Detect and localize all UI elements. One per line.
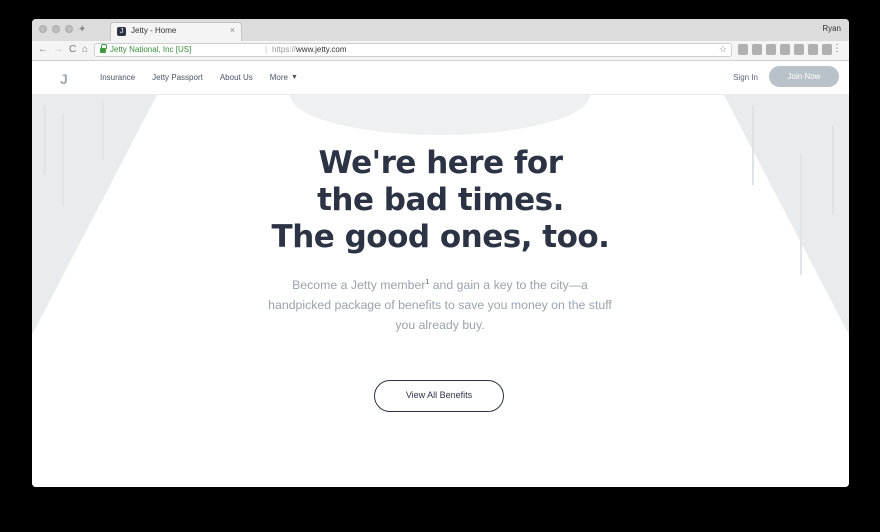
caret-down-icon: ▼ bbox=[290, 74, 298, 81]
headline-line: the bad times. bbox=[317, 182, 564, 218]
url-text[interactable]: https://www.jetty.com bbox=[272, 45, 347, 54]
site-header: J Insurance Jetty Passport About Us More… bbox=[32, 61, 849, 95]
title-bar: ✦ J Jetty - Home × Ryan bbox=[32, 19, 849, 42]
extension-icon[interactable]: ✦ bbox=[78, 23, 86, 37]
tab-jetty-home[interactable]: J Jetty - Home × bbox=[110, 22, 242, 41]
forward-icon[interactable]: → bbox=[53, 43, 63, 57]
extension-icon[interactable] bbox=[766, 44, 776, 55]
sign-in-link[interactable]: Sign In bbox=[733, 73, 758, 82]
view-all-benefits-button[interactable]: View All Benefits bbox=[374, 380, 504, 412]
reload-icon[interactable]: C bbox=[69, 43, 76, 57]
extension-icons bbox=[738, 44, 832, 55]
tab-title: Jetty - Home bbox=[131, 26, 177, 35]
headline-line: We're here for bbox=[318, 145, 563, 181]
close-window-button[interactable] bbox=[39, 25, 47, 33]
hero-headline: We're here for the bad times. The good o… bbox=[32, 145, 849, 256]
tab-close-icon[interactable]: × bbox=[230, 25, 235, 35]
extension-icon[interactable] bbox=[752, 44, 762, 55]
hero-section: We're here for the bad times. The good o… bbox=[32, 95, 849, 487]
maximize-window-button[interactable] bbox=[65, 25, 73, 33]
home-icon[interactable]: ⌂ bbox=[82, 43, 88, 57]
url-separator: | bbox=[265, 45, 268, 54]
join-now-button[interactable]: Join Now bbox=[769, 66, 839, 87]
nav-item-about-us[interactable]: About Us bbox=[220, 73, 253, 82]
hero-subtext: Become a Jetty member1 and gain a key to… bbox=[268, 278, 612, 333]
browser-menu-icon[interactable]: ⋮ bbox=[832, 43, 842, 55]
profile-name[interactable]: Ryan bbox=[822, 24, 841, 33]
jetty-logo[interactable]: J bbox=[60, 71, 68, 87]
browser-window: ✦ J Jetty - Home × Ryan ← → C ⌂ Jetty Na… bbox=[32, 19, 849, 487]
extension-icon[interactable] bbox=[794, 44, 804, 55]
headline-line: The good ones, too. bbox=[271, 219, 610, 255]
jetty-favicon-icon: J bbox=[117, 27, 126, 36]
nav-item-jetty-passport[interactable]: Jetty Passport bbox=[152, 73, 203, 82]
extension-icon[interactable] bbox=[738, 44, 748, 55]
window-controls bbox=[39, 25, 73, 33]
address-bar[interactable]: Jetty National, Inc [US] | https://www.j… bbox=[94, 43, 732, 57]
extension-icon[interactable] bbox=[808, 44, 818, 55]
nav-item-insurance[interactable]: Insurance bbox=[100, 73, 135, 82]
certificate-name[interactable]: Jetty National, Inc [US] bbox=[110, 45, 191, 54]
extension-icon[interactable] bbox=[822, 44, 832, 55]
bookmark-star-icon[interactable]: ☆ bbox=[719, 44, 727, 55]
back-icon[interactable]: ← bbox=[38, 43, 48, 57]
lock-icon bbox=[100, 44, 107, 53]
minimize-window-button[interactable] bbox=[52, 25, 60, 33]
extension-icon[interactable] bbox=[780, 44, 790, 55]
browser-toolbar: ← → C ⌂ Jetty National, Inc [US] | https… bbox=[32, 41, 849, 61]
main-nav: Insurance Jetty Passport About Us More ▼ bbox=[100, 73, 298, 82]
nav-item-more[interactable]: More ▼ bbox=[270, 73, 298, 82]
